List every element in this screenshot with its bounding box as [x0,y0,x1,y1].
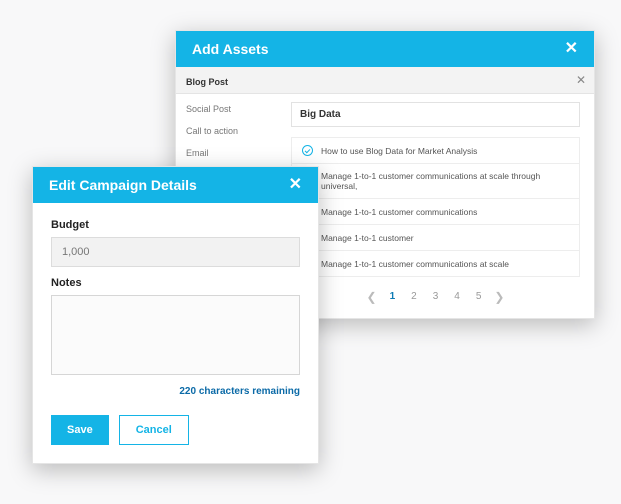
budget-input[interactable] [51,237,300,267]
check-icon[interactable] [302,145,313,156]
pager-page[interactable]: 1 [387,289,399,304]
add-assets-title: Add Assets [192,41,269,57]
assets-main: How to use Blog Data for Market Analysis… [291,94,594,318]
asset-row[interactable]: Manage 1-to-1 customer [291,225,580,251]
pager-next-icon[interactable]: ❯ [494,290,504,304]
assets-search-input[interactable] [291,102,580,127]
asset-list: How to use Blog Data for Market Analysis… [291,137,580,277]
pager-page[interactable]: 2 [408,289,420,304]
asset-row-label: Manage 1-to-1 customer communications at… [321,171,569,191]
sidebar-item-blog-post[interactable]: Blog Post [176,71,291,93]
asset-row[interactable]: Manage 1-to-1 customer communications [291,199,580,225]
asset-row[interactable]: Manage 1-to-1 customer communications at… [291,251,580,277]
asset-row-label: How to use Blog Data for Market Analysis [321,146,477,156]
asset-row-label: Manage 1-to-1 customer communications [321,207,477,217]
asset-row-label: Manage 1-to-1 customer [321,233,414,243]
assets-tab-row: Blog Post ✕ [176,67,594,94]
edit-campaign-header: Edit Campaign Details ✕ [33,167,318,203]
pager-prev-icon[interactable]: ❮ [367,290,377,304]
pager-page[interactable]: 4 [451,289,463,304]
asset-row[interactable]: Manage 1-to-1 customer communications at… [291,164,580,199]
close-icon[interactable]: ✕ [565,41,578,57]
budget-label: Budget [51,219,300,231]
save-button[interactable]: Save [51,415,109,445]
pager-page[interactable]: 5 [473,289,485,304]
asset-row[interactable]: How to use Blog Data for Market Analysis [291,137,580,164]
asset-row-label: Manage 1-to-1 customer communications at… [321,259,509,269]
pager-page[interactable]: 3 [430,289,442,304]
edit-campaign-modal: Edit Campaign Details ✕ Budget Notes 220… [32,166,319,464]
edit-campaign-title: Edit Campaign Details [49,177,197,193]
sidebar-item-social-post[interactable]: Social Post [176,98,291,120]
cancel-button[interactable]: Cancel [119,415,189,445]
pager: ❮ 1 2 3 4 5 ❯ [291,289,580,304]
action-row: Save Cancel [51,415,300,445]
close-icon[interactable]: ✕ [289,177,302,193]
chars-remaining: 220 characters remaining [51,386,300,397]
notes-label: Notes [51,277,300,289]
tab-close-icon[interactable]: ✕ [576,73,586,87]
add-assets-header: Add Assets ✕ [176,31,594,67]
sidebar-item-cta[interactable]: Call to action [176,120,291,142]
sidebar-item-email[interactable]: Email [176,142,291,164]
notes-textarea[interactable] [51,295,300,375]
